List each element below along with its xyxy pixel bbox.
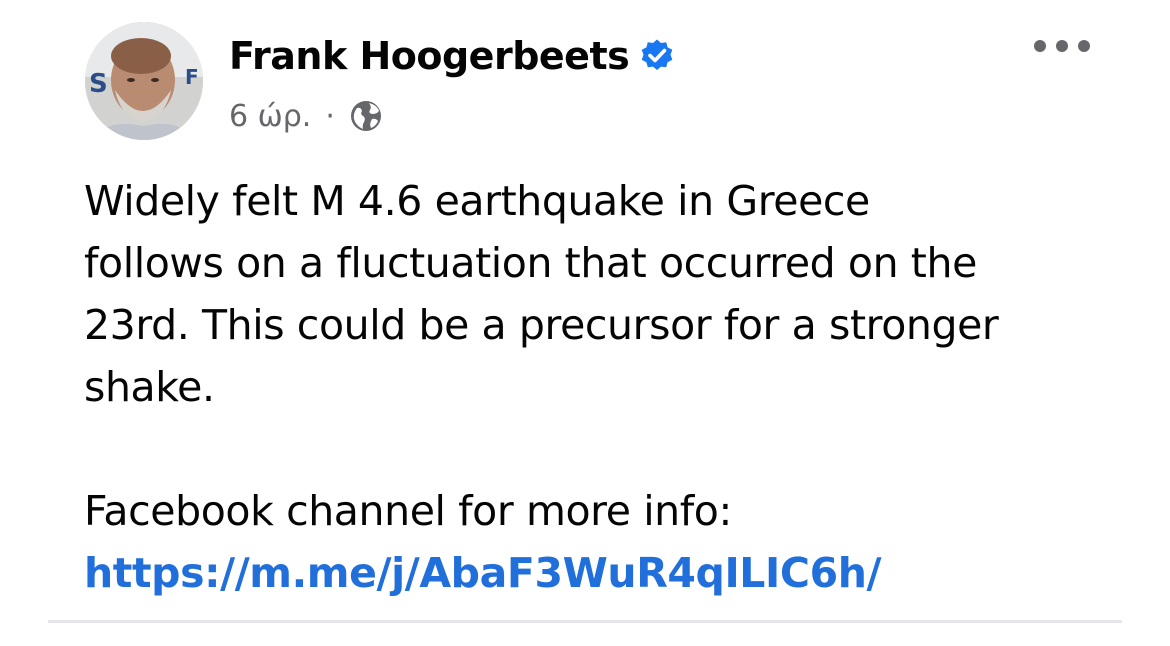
post-text-line: shake. xyxy=(84,363,215,411)
verified-badge-icon xyxy=(639,38,675,74)
more-options-button[interactable] xyxy=(1022,28,1102,64)
post-text-line: Widely felt M 4.6 earthquake in Greece xyxy=(84,177,870,225)
more-options-icon xyxy=(1034,40,1090,52)
post-body: Widely felt M 4.6 earthquake in Greece f… xyxy=(84,170,1094,604)
info-label: Facebook channel for more info: xyxy=(84,487,732,535)
post-header-author: Frank Hoogerbeets xyxy=(229,30,675,82)
avatar-letter-e: F xyxy=(185,65,199,89)
post-timestamp[interactable]: 6 ώρ. xyxy=(229,99,311,134)
avatar-letter-s: S xyxy=(89,69,108,99)
channel-link[interactable]: https://m.me/j/AbaF3WuR4qILIC6h/ xyxy=(84,549,881,597)
post-meta: 6 ώρ. · xyxy=(229,96,383,136)
divider xyxy=(48,620,1122,623)
globe-icon xyxy=(349,99,383,133)
avatar[interactable]: S F xyxy=(85,22,203,140)
facebook-post: S F Frank Hoogerbeets 6 ώρ. · Widely fel… xyxy=(0,0,1170,646)
post-text-line: 23rd. This could be a precursor for a st… xyxy=(84,301,999,349)
post-text-line: follows on a fluctuation that occurred o… xyxy=(84,239,977,287)
meta-separator: · xyxy=(325,98,335,134)
author-name[interactable]: Frank Hoogerbeets xyxy=(229,34,630,78)
